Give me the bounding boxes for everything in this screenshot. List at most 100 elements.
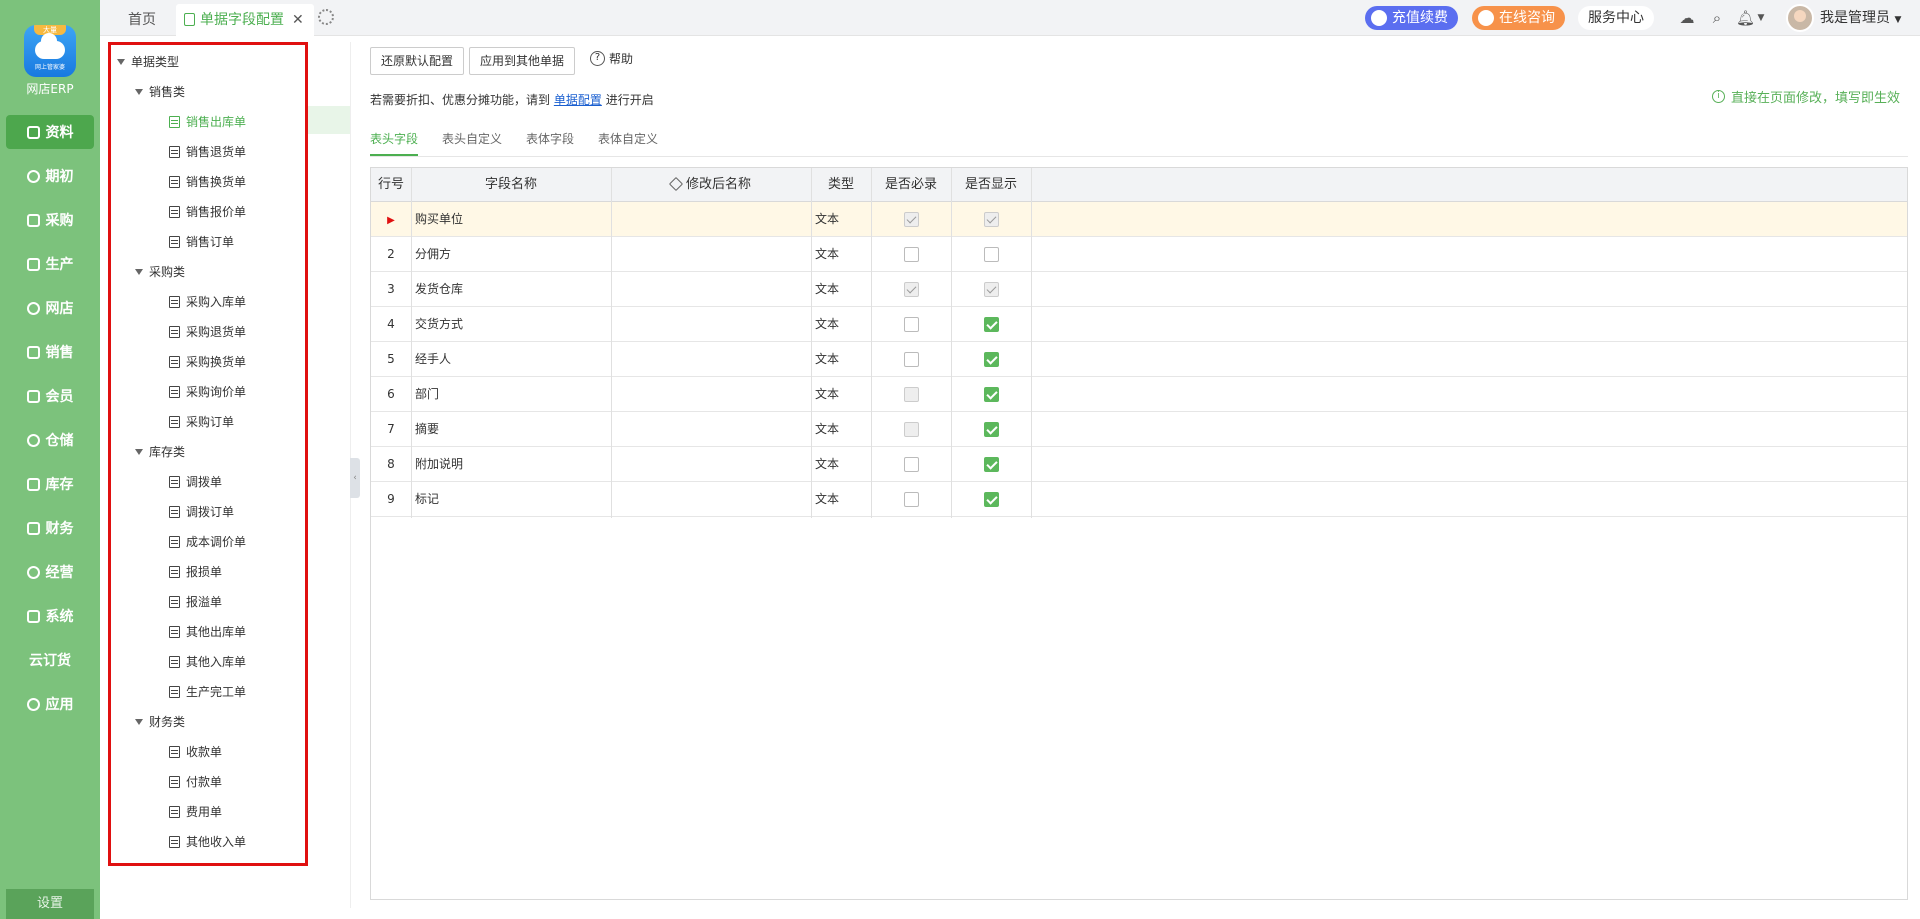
tree-item[interactable]: 其他收入单	[169, 828, 246, 856]
tree-item[interactable]: 付款单	[169, 768, 222, 796]
tree-item[interactable]: 销售退货单	[169, 138, 246, 166]
tab-body-custom[interactable]: 表体自定义	[598, 130, 658, 156]
tree-item[interactable]: 采购订单	[169, 408, 234, 436]
tree-item[interactable]: 其他入库单	[169, 648, 246, 676]
tree-item[interactable]: 采购换货单	[169, 348, 246, 376]
show-checkbox[interactable]	[984, 317, 999, 332]
show-checkbox[interactable]	[984, 457, 999, 472]
alias-cell[interactable]	[615, 447, 805, 481]
tree-item[interactable]: 采购入库单	[169, 288, 246, 316]
recharge-button[interactable]: 充值续费	[1365, 6, 1458, 30]
table-row[interactable]: 6 部门 文本	[371, 377, 1907, 412]
nav-item-12[interactable]: 云订货	[6, 643, 94, 677]
tab-field-config[interactable]: 单据字段配置 ✕	[176, 4, 314, 36]
tree-item[interactable]: 其他出库单	[169, 618, 246, 646]
caret-down-icon[interactable]	[135, 269, 143, 275]
nav-item-13[interactable]: 应用	[6, 687, 94, 721]
alias-cell[interactable]	[615, 412, 805, 446]
online-consult-button[interactable]: 在线咨询	[1472, 6, 1565, 30]
nav-item-5[interactable]: 销售	[6, 335, 94, 369]
nav-item-6[interactable]: 会员	[6, 379, 94, 413]
tree-item[interactable]: 收款单	[169, 738, 222, 766]
tree-root[interactable]: 单据类型	[117, 48, 179, 76]
tree-item[interactable]: 报损单	[169, 558, 222, 586]
table-row[interactable]: 3 发货仓库 文本	[371, 272, 1907, 307]
nav-item-11[interactable]: 系统	[6, 599, 94, 633]
tree-item[interactable]: 销售出库单	[169, 108, 246, 136]
tree-item[interactable]: 销售换货单	[169, 168, 246, 196]
help-button[interactable]: ? 帮助	[590, 50, 633, 67]
table-row[interactable]: 2 分佣方 文本	[371, 237, 1907, 272]
tree-item[interactable]: 费用单	[169, 798, 222, 826]
nav-item-2[interactable]: 采购	[6, 203, 94, 237]
tree-category[interactable]: 财务类	[135, 708, 185, 736]
caret-down-icon[interactable]	[135, 89, 143, 95]
table-row[interactable]: 5 经手人 文本	[371, 342, 1907, 377]
alias-cell[interactable]	[615, 342, 805, 376]
show-checkbox[interactable]	[984, 492, 999, 507]
alias-cell[interactable]	[615, 272, 805, 306]
required-checkbox[interactable]	[904, 492, 919, 507]
tab-header-fields[interactable]: 表头字段	[370, 130, 419, 156]
cloud-download-icon[interactable]: ☁	[1678, 9, 1696, 27]
chevron-down-icon[interactable]: ▼	[1752, 9, 1770, 27]
tree-item[interactable]: 采购询价单	[169, 378, 246, 406]
tree-category[interactable]: 库存类	[135, 438, 185, 466]
tab-body-fields[interactable]: 表体字段	[526, 130, 574, 156]
settings-button[interactable]: 设置	[6, 889, 94, 919]
tree-category[interactable]: 采购类	[135, 258, 185, 286]
user-menu[interactable]: 我是管理员 ▼	[1820, 0, 1901, 36]
tree-item[interactable]: 报溢单	[169, 588, 222, 616]
alias-cell[interactable]	[615, 202, 805, 236]
required-checkbox[interactable]	[904, 317, 919, 332]
required-checkbox[interactable]	[904, 457, 919, 472]
required-checkbox[interactable]	[904, 352, 919, 367]
avatar[interactable]	[1786, 4, 1814, 32]
show-checkbox[interactable]	[984, 387, 999, 402]
nav-item-9[interactable]: 财务	[6, 511, 94, 545]
table-row[interactable]: 8 附加说明 文本	[371, 447, 1907, 482]
tree-item[interactable]: 销售报价单	[169, 198, 246, 226]
caret-down-icon[interactable]	[117, 59, 125, 65]
apply-to-other-button[interactable]: 应用到其他单据	[469, 47, 576, 75]
alias-cell[interactable]	[615, 307, 805, 341]
nav-item-0[interactable]: 资料	[6, 115, 94, 149]
caret-down-icon[interactable]	[135, 449, 143, 455]
tree-category[interactable]: 销售类	[135, 78, 185, 106]
app-logo-icon[interactable]: 大量 网上管家婆	[24, 25, 76, 77]
tree-category-label: 库存类	[149, 445, 186, 459]
table-row[interactable]: 7 摘要 文本	[371, 412, 1907, 447]
table-row[interactable]: ▶ 购买单位 文本	[371, 202, 1907, 237]
tree-item[interactable]: 销售订单	[169, 228, 234, 256]
restore-default-button[interactable]: 还原默认配置	[370, 47, 465, 75]
close-icon[interactable]: ✕	[292, 12, 304, 28]
search-icon[interactable]: ⌕	[1708, 9, 1726, 27]
tab-header-custom[interactable]: 表头自定义	[442, 130, 502, 156]
nav-item-8[interactable]: 库存	[6, 467, 94, 501]
tree-item[interactable]: 调拨订单	[169, 498, 234, 526]
collapse-panel-handle[interactable]: ‹	[350, 458, 360, 498]
nav-item-4[interactable]: 网店	[6, 291, 94, 325]
tree-item[interactable]: 调拨单	[169, 468, 222, 496]
show-checkbox[interactable]	[984, 422, 999, 437]
table-row[interactable]: 4 交货方式 文本	[371, 307, 1907, 342]
table-row[interactable]: 9 标记 文本	[371, 482, 1907, 517]
tree-item[interactable]: 采购退货单	[169, 318, 246, 346]
gear-icon[interactable]	[318, 9, 334, 25]
alias-cell[interactable]	[615, 377, 805, 411]
tree-item[interactable]: 成本调价单	[169, 528, 246, 556]
nav-item-7[interactable]: 仓储	[6, 423, 94, 457]
tab-home[interactable]: 首页	[128, 4, 156, 36]
document-config-link[interactable]: 单据配置	[554, 93, 602, 107]
nav-item-10[interactable]: 经营	[6, 555, 94, 589]
service-center-button[interactable]: 服务中心	[1578, 6, 1654, 30]
nav-item-1[interactable]: 期初	[6, 159, 94, 193]
tree-item[interactable]: 生产完工单	[169, 678, 246, 706]
show-checkbox[interactable]	[984, 352, 999, 367]
nav-item-3[interactable]: 生产	[6, 247, 94, 281]
alias-cell[interactable]	[615, 237, 805, 271]
required-checkbox[interactable]	[904, 247, 919, 262]
caret-down-icon[interactable]	[135, 719, 143, 725]
alias-cell[interactable]	[615, 482, 805, 516]
show-checkbox[interactable]	[984, 247, 999, 262]
